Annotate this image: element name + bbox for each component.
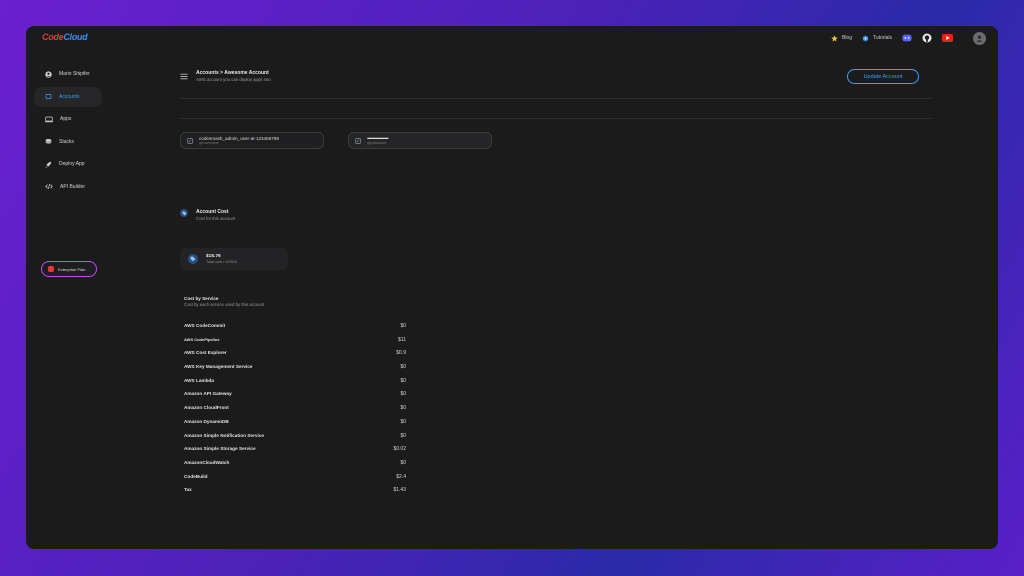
list-item: AWS CodePipeline $11 bbox=[184, 336, 406, 343]
list-item: Amazon Simple Notification Service $0 bbox=[184, 432, 406, 439]
sidebar-item-profile[interactable]: Mario Shipifer bbox=[34, 64, 102, 84]
sidebar-item-accounts[interactable]: Accounts bbox=[34, 86, 102, 107]
list-item: AWS Lambda $0 bbox=[184, 377, 406, 384]
list-item: Amazon API Gateway $0 bbox=[184, 391, 406, 398]
price-tag-icon bbox=[188, 254, 198, 264]
app-window: CodeCloud Blog Tutorials Mario Shipifer … bbox=[26, 26, 998, 549]
cost-by-service-header: Cost by Service Cost by each service use… bbox=[184, 296, 265, 307]
lock-icon bbox=[355, 137, 361, 144]
page-subtitle: AWS account you can deploy apps into bbox=[196, 77, 271, 82]
service-cost-list: AWS CodeCommit $0 AWS CodePipeline $11 AWS… bbox=[184, 323, 406, 501]
list-item: Amazon Simple Storage Service $0.02 bbox=[184, 446, 406, 453]
user-icon bbox=[45, 70, 52, 78]
total-cost-card: $15.76 Total cost • 6/2024 bbox=[180, 248, 288, 270]
user-avatar[interactable] bbox=[973, 31, 986, 45]
sidebar-item-api-builder[interactable]: API Builder bbox=[34, 177, 102, 197]
update-account-button[interactable]: Update Account bbox=[847, 69, 919, 84]
sidebar-item-deploy-app[interactable]: Deploy App bbox=[34, 154, 102, 174]
stacks-icon bbox=[45, 138, 52, 145]
list-item: Amazon CloudFront $0 bbox=[184, 405, 406, 412]
account-cost-header: Account Cost Cost for this account bbox=[180, 209, 235, 221]
breadcrumb[interactable]: Accounts > Awesome Account bbox=[196, 70, 271, 76]
main-content: Accounts > Awesome Account AWS account y… bbox=[176, 26, 936, 549]
sidebar: Mario Shipifer Accounts Apps Stacks Depl… bbox=[34, 64, 114, 277]
sidebar-item-apps[interactable]: Apps bbox=[34, 109, 102, 129]
code-icon bbox=[45, 183, 53, 190]
sidebar-item-stacks[interactable]: Stacks bbox=[34, 132, 102, 152]
rocket-icon bbox=[45, 161, 52, 168]
cost-period: 6/2024 bbox=[225, 260, 238, 264]
apps-icon bbox=[45, 116, 53, 123]
enterprise-icon bbox=[48, 266, 54, 272]
app-logo[interactable]: CodeCloud bbox=[42, 32, 88, 42]
accounts-icon bbox=[180, 73, 188, 80]
divider bbox=[180, 118, 932, 119]
youtube-icon[interactable] bbox=[942, 34, 953, 42]
edit-icon bbox=[187, 137, 193, 144]
accounts-icon bbox=[45, 93, 52, 100]
list-item: AWS Cost Explorer $0.9 bbox=[184, 350, 406, 357]
list-item: Tax $1.43 bbox=[184, 487, 406, 494]
list-item: CodeBuild $2.4 bbox=[184, 473, 406, 480]
list-item: Amazon DynamoDB $0 bbox=[184, 418, 406, 425]
price-tag-icon bbox=[180, 209, 188, 217]
total-cost-value: $15.76 bbox=[206, 254, 221, 259]
list-item: AmazonCloudWatch $0 bbox=[184, 459, 406, 466]
enterprise-plan-button[interactable]: Enterprise Plan bbox=[41, 261, 97, 277]
divider bbox=[180, 98, 932, 99]
list-item: AWS Key Management Service $0 bbox=[184, 364, 406, 371]
list-item: AWS CodeCommit $0 bbox=[184, 323, 406, 329]
git-password-field[interactable]: •••••••••••••••••••••••••••••••••• git p… bbox=[348, 132, 492, 149]
page-header: Accounts > Awesome Account AWS account y… bbox=[180, 70, 271, 82]
git-username-field[interactable]: codesmash_admin_user-at-123456789 git us… bbox=[180, 132, 324, 149]
